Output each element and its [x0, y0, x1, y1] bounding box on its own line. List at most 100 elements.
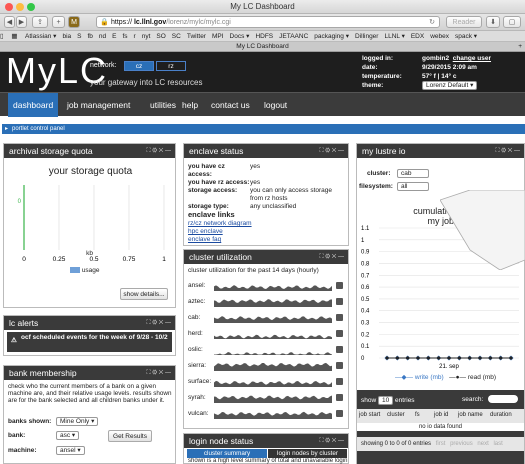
new-tab-icon[interactable]: +	[52, 16, 65, 28]
pager-next[interactable]: next	[477, 441, 488, 447]
bookmark-item[interactable]: r	[134, 33, 136, 40]
pager-last[interactable]: last	[493, 441, 502, 447]
minimize-window-icon[interactable]	[16, 3, 24, 11]
tab-login-nodes[interactable]: login nodes by cluster	[268, 449, 347, 458]
tab-title[interactable]: My LC Dashboard	[236, 43, 288, 50]
bookmark-item[interactable]: HDFS	[255, 33, 273, 40]
bookmark-item[interactable]: LLNL ▾	[384, 33, 404, 40]
read-point[interactable]	[509, 356, 513, 360]
network-diagram-link[interactable]: rz/cz network diagram	[188, 220, 252, 228]
bookmark-item[interactable]: Twitter	[187, 33, 206, 40]
new-tab-plus-icon[interactable]: +	[518, 42, 522, 52]
panel-controls-icon[interactable]: ⛶ ⚙ ✕ ━	[319, 250, 344, 264]
chart-menu-icon[interactable]	[336, 378, 343, 385]
read-point[interactable]	[478, 356, 482, 360]
legend-read-label[interactable]: read (mb)	[468, 374, 496, 381]
read-point[interactable]	[499, 356, 503, 360]
read-point[interactable]	[437, 356, 441, 360]
nav-contact-us[interactable]: contact us	[211, 93, 250, 117]
bookmark-item[interactable]: packaging ▾	[314, 33, 349, 40]
bookmark-item[interactable]: S	[77, 33, 81, 40]
hpc-enclave-link[interactable]: hpc enclave	[188, 228, 252, 236]
column-header[interactable]: duration	[490, 412, 518, 418]
panel-controls-icon[interactable]: ⛶ ⚙ ✕ ━	[146, 366, 171, 380]
chart-menu-icon[interactable]	[336, 282, 343, 289]
bookmark-item[interactable]: Docs ▾	[230, 33, 250, 40]
nav-help[interactable]: help	[182, 93, 198, 117]
column-header[interactable]: cluster	[387, 412, 415, 418]
legend-write-label[interactable]: write (mb)	[415, 374, 444, 381]
extension-icon[interactable]: M	[68, 16, 80, 28]
get-results-button[interactable]: Get Results	[108, 430, 152, 442]
network-cz-button[interactable]: cz	[124, 61, 154, 71]
bookmark-item[interactable]: nd	[99, 33, 106, 40]
read-point[interactable]	[468, 356, 472, 360]
entries-select[interactable]: 10	[378, 396, 394, 405]
sidebar-icon[interactable]: ▯	[0, 33, 4, 40]
bookmark-item[interactable]: MPI	[212, 33, 224, 40]
panel-controls-icon[interactable]: ⛶ ⚙ ✕ ━	[146, 144, 171, 158]
nav-utilities[interactable]: utilities	[150, 93, 176, 117]
panel-controls-icon[interactable]: ⛶ ⚙ ✕ ━	[319, 434, 344, 448]
bookmark-item[interactable]: SO	[156, 33, 165, 40]
back-icon[interactable]: ◀	[4, 16, 15, 28]
read-point[interactable]	[488, 356, 492, 360]
share-icon[interactable]: ⇪	[32, 16, 48, 28]
panel-controls-icon[interactable]: ⛶ ⚙ ✕ ━	[495, 144, 520, 158]
show-details-button[interactable]: show details...	[120, 288, 168, 300]
nav-job-management[interactable]: job management	[67, 93, 130, 117]
pager-previous[interactable]: previous	[450, 441, 473, 447]
tabs-overview-icon[interactable]: ▢	[503, 16, 521, 28]
top-sites-icon[interactable]: ▦	[11, 33, 17, 40]
chart-menu-icon[interactable]	[336, 314, 343, 321]
bookmark-item[interactable]: SC	[172, 33, 181, 40]
cluster-select[interactable]: cab	[397, 169, 429, 178]
chart-menu-icon[interactable]	[336, 298, 343, 305]
chart-menu-icon[interactable]	[336, 394, 343, 401]
panel-controls-icon[interactable]: ⛶ ⚙ ✕ ━	[146, 316, 171, 330]
bookmark-item[interactable]: EDX	[411, 33, 424, 40]
bookmark-item[interactable]: Dillinger	[355, 33, 378, 40]
bookmark-item[interactable]: webex	[430, 33, 449, 40]
read-point[interactable]	[457, 356, 461, 360]
bank-select[interactable]: asc ▾	[56, 431, 80, 440]
search-input[interactable]	[488, 395, 518, 403]
column-header[interactable]: job name	[458, 412, 486, 418]
nav-dashboard[interactable]: dashboard	[8, 93, 59, 117]
network-rz-button[interactable]: rz	[156, 61, 186, 71]
chart-menu-icon[interactable]	[336, 330, 343, 337]
chart-menu-icon[interactable]	[336, 410, 343, 417]
read-point[interactable]	[385, 356, 389, 360]
change-user-link[interactable]: change user	[453, 55, 491, 62]
chart-menu-icon[interactable]	[336, 362, 343, 369]
bookmark-item[interactable]: nyt	[142, 33, 151, 40]
address-bar[interactable]: 🔒 https:// lc.llnl.gov/lorenz/mylc/mylc.…	[96, 16, 440, 28]
zoom-window-icon[interactable]	[27, 3, 35, 11]
read-point[interactable]	[395, 356, 399, 360]
forward-icon[interactable]: ▶	[16, 16, 27, 28]
enclave-faq-link[interactable]: enclave faq	[188, 236, 252, 244]
bookmark-item[interactable]: spack ▾	[455, 33, 477, 40]
column-header[interactable]: job start	[359, 412, 387, 418]
bookmark-item[interactable]: fb	[87, 33, 92, 40]
filesystem-select[interactable]: all	[397, 182, 429, 191]
reader-button[interactable]: Reader	[446, 16, 482, 28]
bookmark-item[interactable]: bia	[62, 33, 71, 40]
pager-first[interactable]: first	[436, 441, 446, 447]
chart-menu-icon[interactable]	[336, 346, 343, 353]
read-point[interactable]	[426, 356, 430, 360]
read-point[interactable]	[416, 356, 420, 360]
bookmark-item[interactable]: Atlassian ▾	[25, 33, 56, 40]
machine-select[interactable]: ansel ▾	[56, 446, 85, 455]
tab-cluster-summary[interactable]: cluster summary	[187, 449, 267, 458]
portlet-control-panel[interactable]: portlet control panel	[2, 124, 525, 134]
read-point[interactable]	[447, 356, 451, 360]
bookmark-item[interactable]: JETAANC	[279, 33, 308, 40]
panel-controls-icon[interactable]: ⛶ ⚙ ✕ ━	[319, 144, 344, 158]
read-point[interactable]	[406, 356, 410, 360]
nav-logout[interactable]: logout	[264, 93, 287, 117]
banks-shown-select[interactable]: Mine Only ▾	[56, 417, 99, 426]
alert-item[interactable]: ⚠ ocf scheduled events for the week of 9…	[7, 332, 172, 352]
close-window-icon[interactable]	[5, 3, 13, 11]
bookmark-item[interactable]: E	[112, 33, 116, 40]
